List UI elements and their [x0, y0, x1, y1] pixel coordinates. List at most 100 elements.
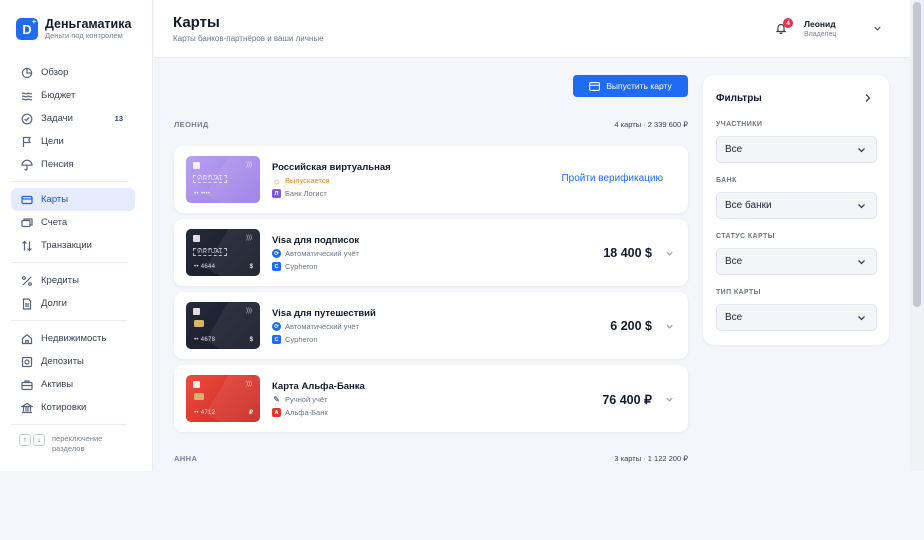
card-status-label: Ручной учёт [285, 395, 328, 404]
card-number: •• 4712 [194, 410, 216, 416]
sidebar-item-label: Бюджет [41, 90, 76, 101]
sidebar-item-pension[interactable]: Пенсия [11, 153, 135, 176]
card-bank-label: Cypheron [285, 262, 318, 271]
verify-link[interactable]: Пройти верификацию [561, 173, 663, 184]
percent-icon [21, 275, 33, 287]
sidebar: D + Деньгаматика Деньги под контролем Обз… [0, 0, 153, 471]
sidebar-item-cards[interactable]: Карты [11, 188, 135, 211]
card-balance: 76 400 ₽ [602, 393, 652, 407]
sidebar-item-overview[interactable]: Обзор [11, 61, 135, 84]
card-brand-icon [193, 235, 200, 242]
card-bank: А Альфа-Банк [272, 408, 328, 417]
file-icon [21, 297, 33, 310]
group-name: ЛЕОНИД [174, 120, 209, 129]
sidebar-item-label: Транзакции [41, 240, 92, 251]
sidebar-divider [11, 262, 127, 263]
chevron-down-icon [858, 316, 865, 321]
waves-icon [21, 90, 33, 102]
bank-logo-icon: C [272, 335, 281, 344]
scrollbar-thumb[interactable] [913, 2, 921, 307]
briefcase-icon [21, 379, 33, 391]
contactless-icon: ))) [246, 162, 252, 168]
chip-icon [194, 320, 204, 327]
group-header: ЛЕОНИД 4 карты · 2 339 600 ₽ [174, 120, 688, 132]
sidebar-item-deposits[interactable]: Депозиты [11, 350, 135, 373]
sidebar-item-debts[interactable]: Долги [11, 292, 135, 315]
pie-chart-icon [21, 67, 33, 79]
sidebar-item-label: Карты [41, 194, 69, 205]
card-status: ☼ Выпускается [272, 176, 330, 186]
bank-logo-icon: Л [272, 189, 281, 198]
arrow-down-key-icon[interactable]: ↓ [33, 434, 45, 446]
chevron-down-icon[interactable] [665, 249, 674, 258]
arrow-up-key-icon[interactable]: ↑ [19, 434, 31, 446]
arrows-icon [21, 240, 33, 252]
chevron-down-icon [858, 204, 865, 209]
home-icon [21, 333, 33, 345]
app-name: Деньгаматика [45, 17, 132, 31]
contactless-icon: ))) [246, 235, 252, 241]
card-status-label: Автоматический учёт [285, 249, 359, 258]
chevron-down-icon [858, 260, 865, 265]
sidebar-item-label: Счета [41, 217, 68, 228]
sidebar-item-label: Котировки [41, 402, 87, 413]
sidebar-item-budget[interactable]: Бюджет [11, 84, 135, 107]
user-role: Владелец [804, 31, 837, 38]
sidebar-item-assets[interactable]: Активы [11, 373, 135, 396]
section-switch-hint: ↑ ↓ переключение разделов [19, 434, 122, 454]
sidebar-item-goals[interactable]: Цели [11, 130, 135, 153]
select-value: Все [725, 256, 743, 267]
card-status-select[interactable]: Все [716, 248, 877, 275]
card-row[interactable]: ))) VIRTUAL •• •••• Российская виртуальн… [174, 146, 688, 213]
card-bank-label: Банк Логист [285, 189, 327, 198]
card-title: Российская виртуальная [272, 162, 391, 173]
chevron-right-icon[interactable] [863, 93, 872, 103]
card-thumbnail: ))) VIRTUAL •• 4644 $ [186, 229, 260, 276]
select-value: Все [725, 144, 743, 155]
card-balance: 6 200 $ [610, 319, 652, 333]
select-value: Все банки [725, 200, 772, 211]
sidebar-item-label: Депозиты [41, 356, 84, 367]
card-row[interactable]: ))) VIRTUAL •• 4644 $ Visa для подписок … [174, 219, 688, 286]
select-value: Все [725, 312, 743, 323]
chevron-down-icon[interactable] [873, 24, 882, 33]
issue-card-button[interactable]: Выпустить карту [573, 75, 688, 97]
pencil-icon: ✎ [273, 395, 280, 404]
sidebar-item-real-estate[interactable]: Недвижимость [11, 327, 135, 350]
sidebar-item-credits[interactable]: Кредиты [11, 269, 135, 292]
filter-label: УЧАСТНИКИ [716, 121, 763, 128]
sidebar-item-label: Недвижимость [41, 333, 107, 344]
filter-label: ТИП КАРТЫ [716, 289, 761, 296]
brand[interactable]: D + Деньгаматика Деньги под контролем [16, 17, 131, 41]
sidebar-divider [11, 181, 127, 182]
sidebar-item-label: Активы [41, 379, 74, 390]
card-status-label: Выпускается [285, 176, 330, 185]
bank-select[interactable]: Все банки [716, 192, 877, 219]
card-bank: C Cypheron [272, 335, 318, 344]
card-status: ✎ Ручной учёт [272, 395, 328, 404]
virtual-label: VIRTUAL [193, 248, 227, 256]
card-row[interactable]: ))) •• 4678 $ Visa для путешествий ⟳ Авт… [174, 292, 688, 359]
sidebar-item-label: Долги [41, 298, 67, 309]
card-row[interactable]: ))) •• 4712 ₽ Карта Альфа-Банка ✎ Ручной… [174, 365, 688, 432]
card-type-select[interactable]: Все [716, 304, 877, 331]
sidebar-item-label: Кредиты [41, 275, 79, 286]
bank-logo-icon: C [272, 262, 281, 271]
sidebar-item-quotes[interactable]: Котировки [11, 396, 135, 419]
contactless-icon: ))) [246, 308, 252, 314]
chevron-down-icon[interactable] [665, 395, 674, 404]
group-header: АННА 3 карты · 1 122 200 ₽ [174, 454, 688, 466]
user-name[interactable]: Леонид [804, 19, 836, 29]
sidebar-item-transactions[interactable]: Транзакции [11, 234, 135, 257]
participants-select[interactable]: Все [716, 136, 877, 163]
sidebar-item-accounts[interactable]: Счета [11, 211, 135, 234]
card-thumbnail: ))) •• 4712 ₽ [186, 375, 260, 422]
card-number: •• 4678 [194, 337, 216, 343]
card-currency: $ [249, 337, 253, 343]
chevron-down-icon[interactable] [665, 322, 674, 331]
sidebar-item-tasks[interactable]: Задачи 13 [11, 107, 135, 130]
card-bank-label: Cypheron [285, 335, 318, 344]
sidebar-divider [11, 320, 127, 321]
card-currency: ₽ [249, 410, 253, 416]
flag-icon [21, 136, 33, 148]
